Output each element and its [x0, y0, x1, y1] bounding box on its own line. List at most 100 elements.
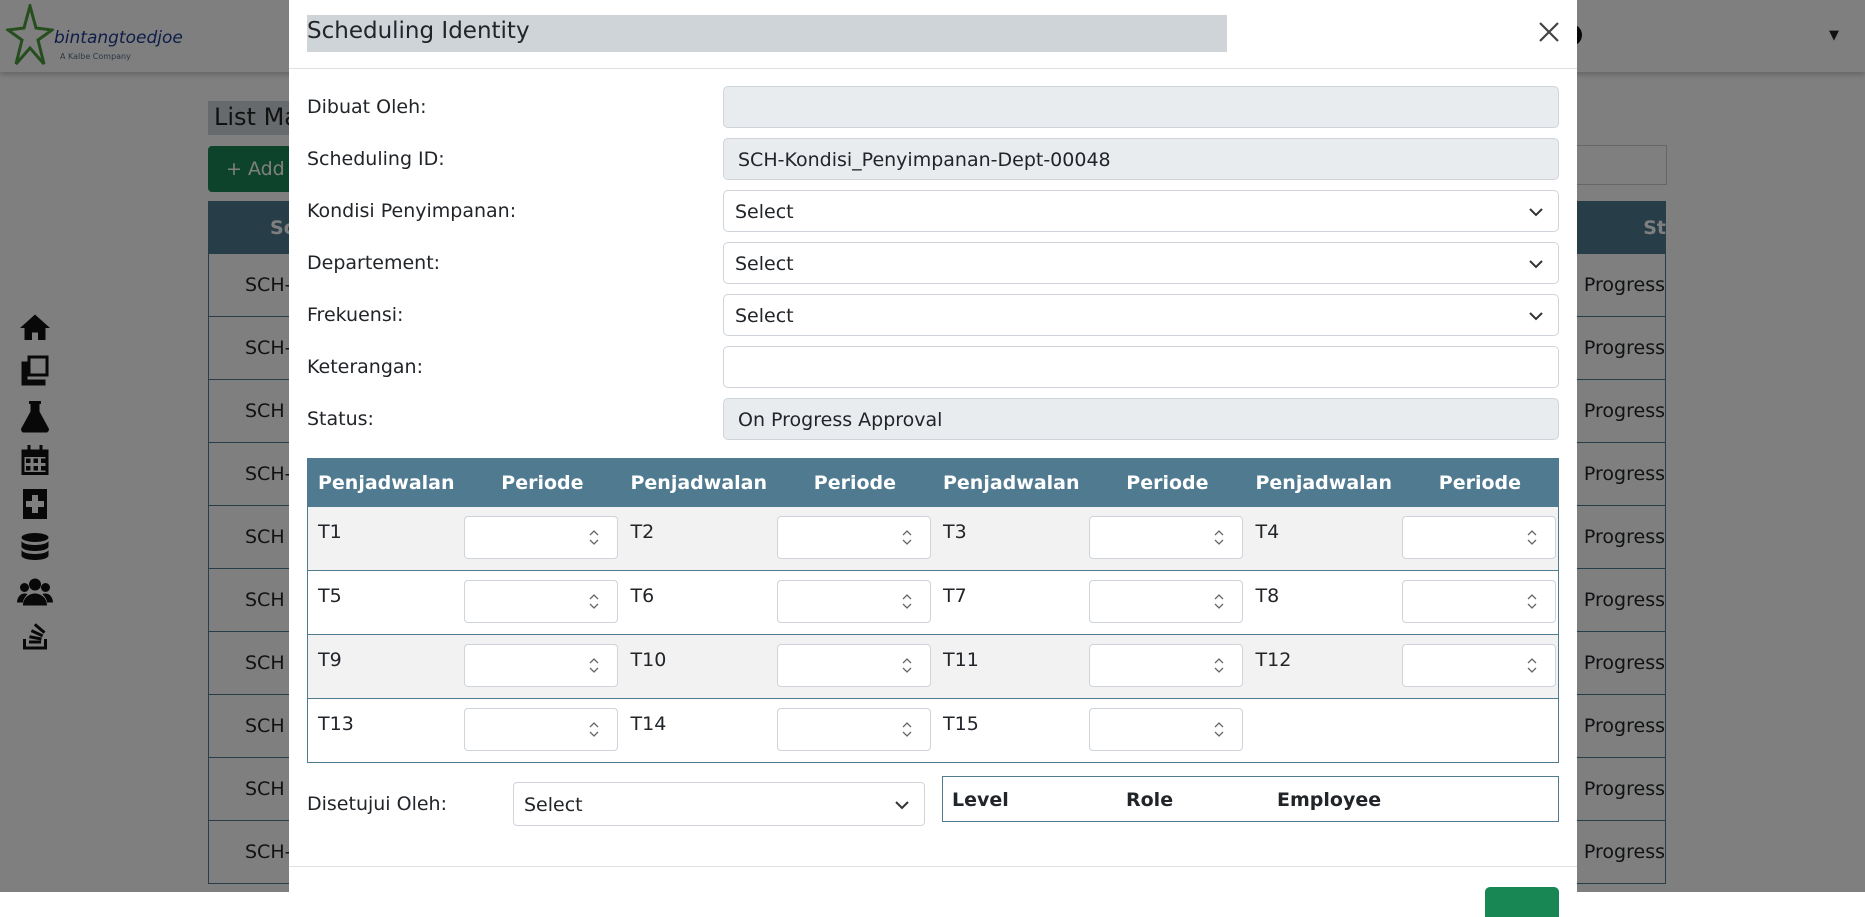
spinner-icon[interactable]	[1525, 592, 1539, 611]
keterangan-label: Keterangan:	[307, 356, 423, 378]
penjadwalan-label: T4	[1255, 521, 1280, 543]
header-penjadwalan: Penjadwalan	[318, 472, 455, 494]
penjadwalan-label: T8	[1255, 585, 1280, 607]
penjadwalan-label: T13	[318, 713, 354, 735]
chevron-down-icon	[1528, 307, 1544, 323]
penjadwalan-label: T2	[630, 521, 655, 543]
kondisi-selected-value: Select	[735, 201, 794, 223]
spinner-icon[interactable]	[900, 528, 914, 547]
status-input: On Progress Approval	[723, 398, 1559, 440]
schedule-table: Penjadwalan Periode Penjadwalan Periode …	[307, 458, 1559, 763]
modal-header: Scheduling Identity	[289, 0, 1577, 69]
spinner-icon[interactable]	[587, 528, 601, 547]
periode-input[interactable]	[464, 516, 619, 559]
spinner-icon[interactable]	[900, 720, 914, 739]
spinner-icon[interactable]	[1212, 656, 1226, 675]
header-periode: Periode	[1438, 472, 1521, 494]
departement-selected-value: Select	[735, 253, 794, 275]
penjadwalan-label: T9	[318, 649, 342, 671]
header-penjadwalan: Penjadwalan	[1255, 472, 1393, 494]
header-periode: Periode	[813, 472, 896, 494]
dibuat-oleh-label: Dibuat Oleh:	[307, 96, 427, 118]
periode-input[interactable]	[1089, 708, 1244, 751]
penjadwalan-label: T15	[943, 713, 979, 735]
field-departement: Departement: Select	[307, 242, 1559, 284]
field-dibuat-oleh: Dibuat Oleh:	[307, 86, 1559, 128]
schedule-table-header: Penjadwalan Periode Penjadwalan Periode …	[308, 459, 1558, 507]
keterangan-input[interactable]	[723, 346, 1559, 388]
periode-input[interactable]	[776, 644, 931, 687]
frekuensi-select[interactable]: Select	[723, 294, 1559, 336]
departement-label: Departement:	[307, 252, 441, 274]
spinner-icon[interactable]	[900, 656, 914, 675]
field-status: Status: On Progress Approval	[307, 398, 1559, 440]
disetujui-oleh-select[interactable]: Select	[513, 782, 925, 826]
periode-input[interactable]	[1401, 580, 1556, 623]
penjadwalan-label: T5	[318, 585, 342, 607]
header-level: Level	[952, 789, 1009, 811]
spinner-icon[interactable]	[587, 656, 601, 675]
penjadwalan-label: T11	[943, 649, 979, 671]
penjadwalan-label: T7	[943, 585, 967, 607]
header-periode: Periode	[1126, 472, 1209, 494]
chevron-down-icon	[1528, 255, 1544, 271]
spinner-icon[interactable]	[587, 592, 601, 611]
close-icon	[1539, 22, 1559, 42]
spinner-icon[interactable]	[1212, 720, 1226, 739]
schedule-row: T13 T14 T15	[308, 699, 1558, 762]
spinner-icon[interactable]	[587, 720, 601, 739]
periode-input[interactable]	[1089, 580, 1244, 623]
approver-section: Disetujui Oleh: Select Level Role Employ…	[307, 776, 1559, 826]
schedule-row: T5 T6 T7 T8	[308, 571, 1558, 635]
spinner-icon[interactable]	[900, 592, 914, 611]
periode-input[interactable]	[1401, 516, 1556, 559]
schedule-row: T9 T10 T11 T12	[308, 635, 1558, 699]
kondisi-penyimpanan-select[interactable]: Select	[723, 190, 1559, 232]
periode-input[interactable]	[776, 708, 931, 751]
periode-input[interactable]	[464, 580, 619, 623]
header-role: Role	[1126, 789, 1174, 811]
penjadwalan-label: T10	[630, 649, 667, 671]
header-employee: Employee	[1277, 789, 1382, 811]
chevron-down-icon	[1528, 203, 1544, 219]
spinner-icon[interactable]	[1212, 528, 1226, 547]
modal-title: Scheduling Identity	[307, 15, 1227, 52]
penjadwalan-label: T12	[1255, 649, 1292, 671]
penjadwalan-label: T1	[318, 521, 342, 543]
periode-input[interactable]	[464, 708, 619, 751]
header-periode: Periode	[501, 472, 584, 494]
periode-input[interactable]	[1401, 644, 1556, 687]
field-keterangan: Keterangan:	[307, 346, 1559, 388]
header-penjadwalan: Penjadwalan	[630, 472, 768, 494]
scheduling-identity-modal: Scheduling Identity Dibuat Oleh: Schedul…	[289, 0, 1577, 917]
modal-footer	[289, 866, 1577, 917]
spinner-icon[interactable]	[1525, 528, 1539, 547]
chevron-down-icon	[894, 796, 910, 812]
spinner-icon[interactable]	[1525, 656, 1539, 675]
field-kondisi-penyimpanan: Kondisi Penyimpanan: Select	[307, 190, 1559, 232]
close-button[interactable]	[1535, 18, 1563, 46]
departement-select[interactable]: Select	[723, 242, 1559, 284]
penjadwalan-label: T6	[630, 585, 655, 607]
approver-table: Level Role Employee	[942, 776, 1559, 822]
frekuensi-selected-value: Select	[735, 305, 794, 327]
scheduling-id-label: Scheduling ID:	[307, 148, 445, 170]
periode-input[interactable]	[1089, 516, 1244, 559]
dibuat-oleh-input	[723, 86, 1559, 128]
spinner-icon[interactable]	[1212, 592, 1226, 611]
penjadwalan-label: T14	[630, 713, 667, 735]
periode-input[interactable]	[776, 580, 931, 623]
scheduling-id-input: SCH-Kondisi_Penyimpanan-Dept-00048	[723, 138, 1559, 180]
periode-input[interactable]	[776, 516, 931, 559]
disetujui-oleh-label: Disetujui Oleh:	[307, 793, 447, 815]
kondisi-penyimpanan-label: Kondisi Penyimpanan:	[307, 200, 517, 222]
periode-input[interactable]	[1089, 644, 1244, 687]
approver-selected-value: Select	[524, 794, 583, 816]
schedule-row: T1 T2 T3 T4	[308, 507, 1558, 571]
periode-input[interactable]	[464, 644, 619, 687]
field-frekuensi: Frekuensi: Select	[307, 294, 1559, 336]
frekuensi-label: Frekuensi:	[307, 304, 404, 326]
penjadwalan-label: T3	[943, 521, 967, 543]
header-penjadwalan: Penjadwalan	[943, 472, 1080, 494]
field-scheduling-id: Scheduling ID: SCH-Kondisi_Penyimpanan-D…	[307, 138, 1559, 180]
